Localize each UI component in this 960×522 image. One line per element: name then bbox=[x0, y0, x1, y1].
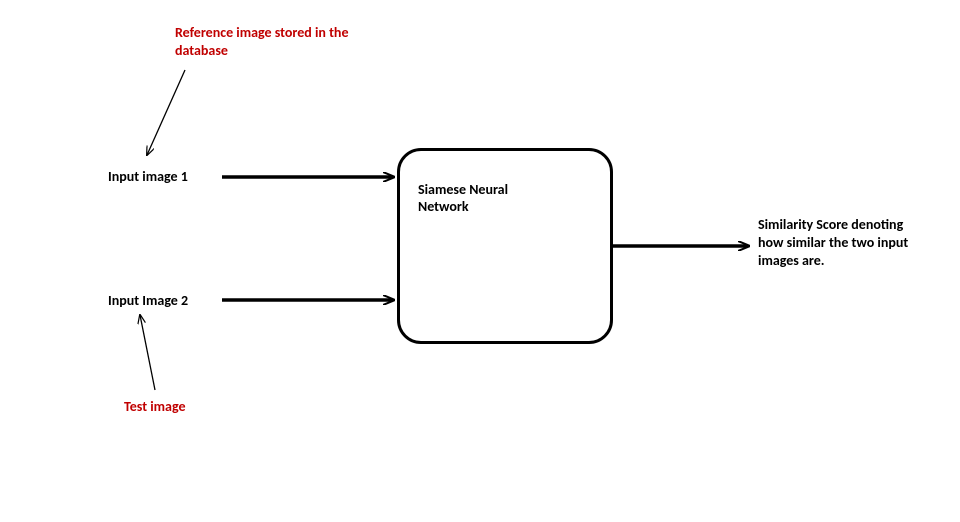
reference-annotation: Reference image stored in the database bbox=[175, 24, 375, 60]
annotation-arrow-test bbox=[140, 315, 155, 390]
output-label: Similarity Score denoting how similar th… bbox=[758, 216, 928, 271]
network-box-label: Siamese Neural Network bbox=[418, 181, 548, 215]
annotation-arrow-reference bbox=[147, 70, 185, 155]
test-annotation: Test image bbox=[124, 398, 186, 416]
input-2-label: Input Image 2 bbox=[108, 292, 188, 310]
input-1-label: Input image 1 bbox=[108, 168, 188, 186]
network-box: Siamese Neural Network bbox=[397, 148, 613, 344]
